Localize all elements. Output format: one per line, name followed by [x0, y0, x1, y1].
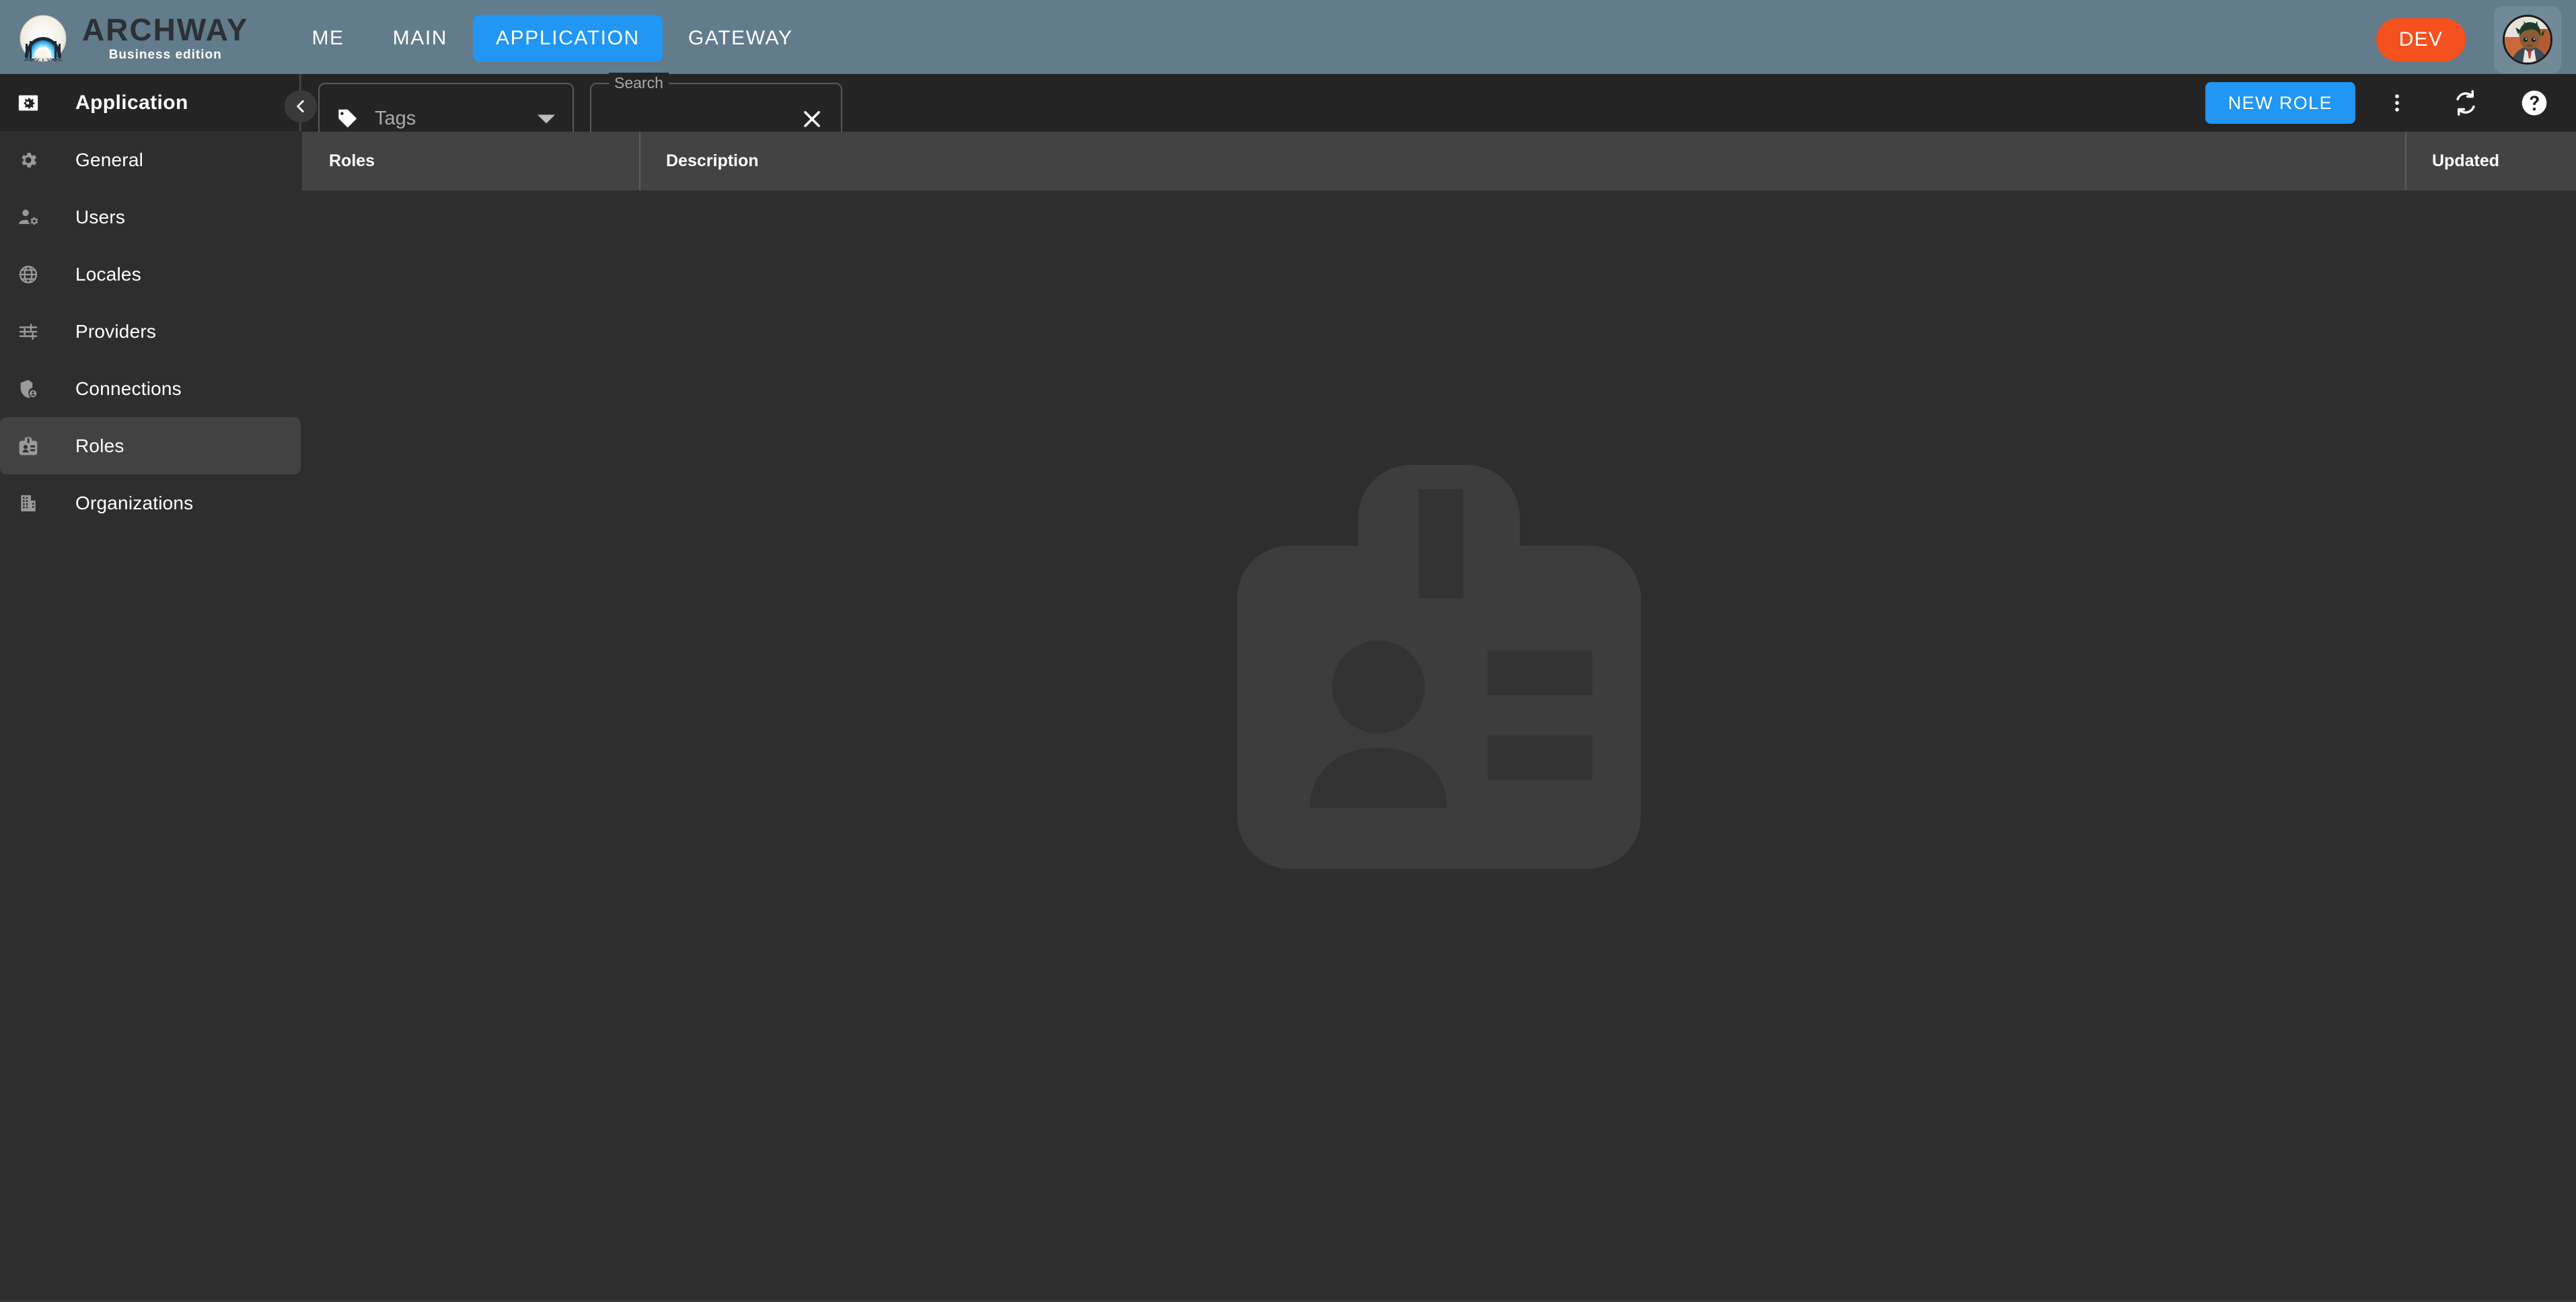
- globe-icon: [17, 263, 40, 286]
- sidebar-item-label: General: [75, 149, 144, 170]
- tag-icon: [334, 106, 360, 132]
- sidebar-item-locales[interactable]: Locales: [0, 246, 301, 303]
- top-bar-inner: ARCHWAY Business edition ME MAIN APPLICA…: [0, 3, 2576, 74]
- column-label: Roles: [329, 151, 375, 170]
- table-column-header-roles[interactable]: Roles: [302, 132, 639, 190]
- top-bar: ARCHWAY Business edition ME MAIN APPLICA…: [0, 0, 2576, 74]
- brand[interactable]: ARCHWAY Business edition: [19, 14, 248, 63]
- table-column-header-description[interactable]: Description: [639, 132, 2405, 190]
- nav-tab-gateway[interactable]: GATEWAY: [665, 15, 816, 62]
- nav-tab-main[interactable]: MAIN: [370, 15, 470, 62]
- nav-tab-application[interactable]: APPLICATION: [473, 15, 663, 62]
- sliders-icon: [17, 320, 40, 343]
- table-column-header-updated[interactable]: Updated: [2405, 132, 2576, 190]
- building-icon: [17, 492, 40, 515]
- sidebar-item-general[interactable]: General: [0, 131, 301, 188]
- main-nav: ME MAIN APPLICATION GATEWAY: [289, 15, 815, 62]
- tags-label: Tags: [375, 108, 416, 129]
- sidebar-item-users[interactable]: Users: [0, 188, 301, 246]
- empty-state: [1197, 426, 1681, 910]
- sidebar-item-label: Locales: [75, 263, 141, 285]
- toolbar-actions: NEW ROLE: [2205, 74, 2561, 131]
- content-toolbar: Tags Search NEW ROLE: [302, 73, 2576, 155]
- archway-logo-icon: [19, 14, 67, 63]
- table-body: [302, 190, 2576, 1280]
- more-vertical-icon[interactable]: [2370, 76, 2424, 130]
- avatar-button[interactable]: [2494, 6, 2561, 73]
- sidebar-item-label: Connections: [75, 377, 182, 399]
- sidebar-item-organizations[interactable]: Organizations: [0, 474, 301, 532]
- sidebar: Application General Users Locales Provid…: [0, 74, 317, 1302]
- sidebar-item-connections[interactable]: Connections: [0, 360, 301, 417]
- sidebar-collapse-button[interactable]: [285, 90, 317, 122]
- badge-placeholder-icon: [1197, 425, 1681, 912]
- top-bar-right: DEV: [2376, 3, 2561, 77]
- new-role-button[interactable]: NEW ROLE: [2205, 81, 2355, 124]
- help-icon[interactable]: [2507, 76, 2561, 130]
- app-settings-icon: [17, 92, 40, 114]
- sidebar-header-title: Application: [75, 91, 188, 114]
- brand-subtitle: Business edition: [108, 47, 222, 62]
- shield-user-icon: [17, 377, 40, 400]
- brand-text: ARCHWAY Business edition: [82, 14, 248, 63]
- sidebar-header: Application: [0, 74, 317, 131]
- sidebar-item-label: Organizations: [75, 492, 194, 513]
- brand-title: ARCHWAY: [82, 11, 249, 47]
- table-header-row: Roles Description Updated: [302, 132, 2576, 190]
- badge-icon: [17, 435, 40, 458]
- refresh-icon[interactable]: [2439, 76, 2493, 130]
- sidebar-item-label: Providers: [75, 320, 157, 342]
- sidebar-item-label: Roles: [75, 435, 124, 456]
- gear-icon: [17, 149, 40, 172]
- sidebar-item-providers[interactable]: Providers: [0, 303, 301, 360]
- chevron-down-icon[interactable]: [538, 114, 555, 123]
- sidebar-item-roles[interactable]: Roles: [0, 417, 301, 474]
- avatar: [2503, 15, 2552, 65]
- column-label: Description: [666, 151, 759, 170]
- sidebar-item-label: Users: [75, 206, 126, 227]
- nav-tab-me[interactable]: ME: [289, 15, 367, 62]
- user-gear-icon: [17, 206, 40, 229]
- env-badge[interactable]: DEV: [2376, 18, 2466, 61]
- column-label: Updated: [2432, 151, 2499, 170]
- close-icon[interactable]: [795, 102, 829, 136]
